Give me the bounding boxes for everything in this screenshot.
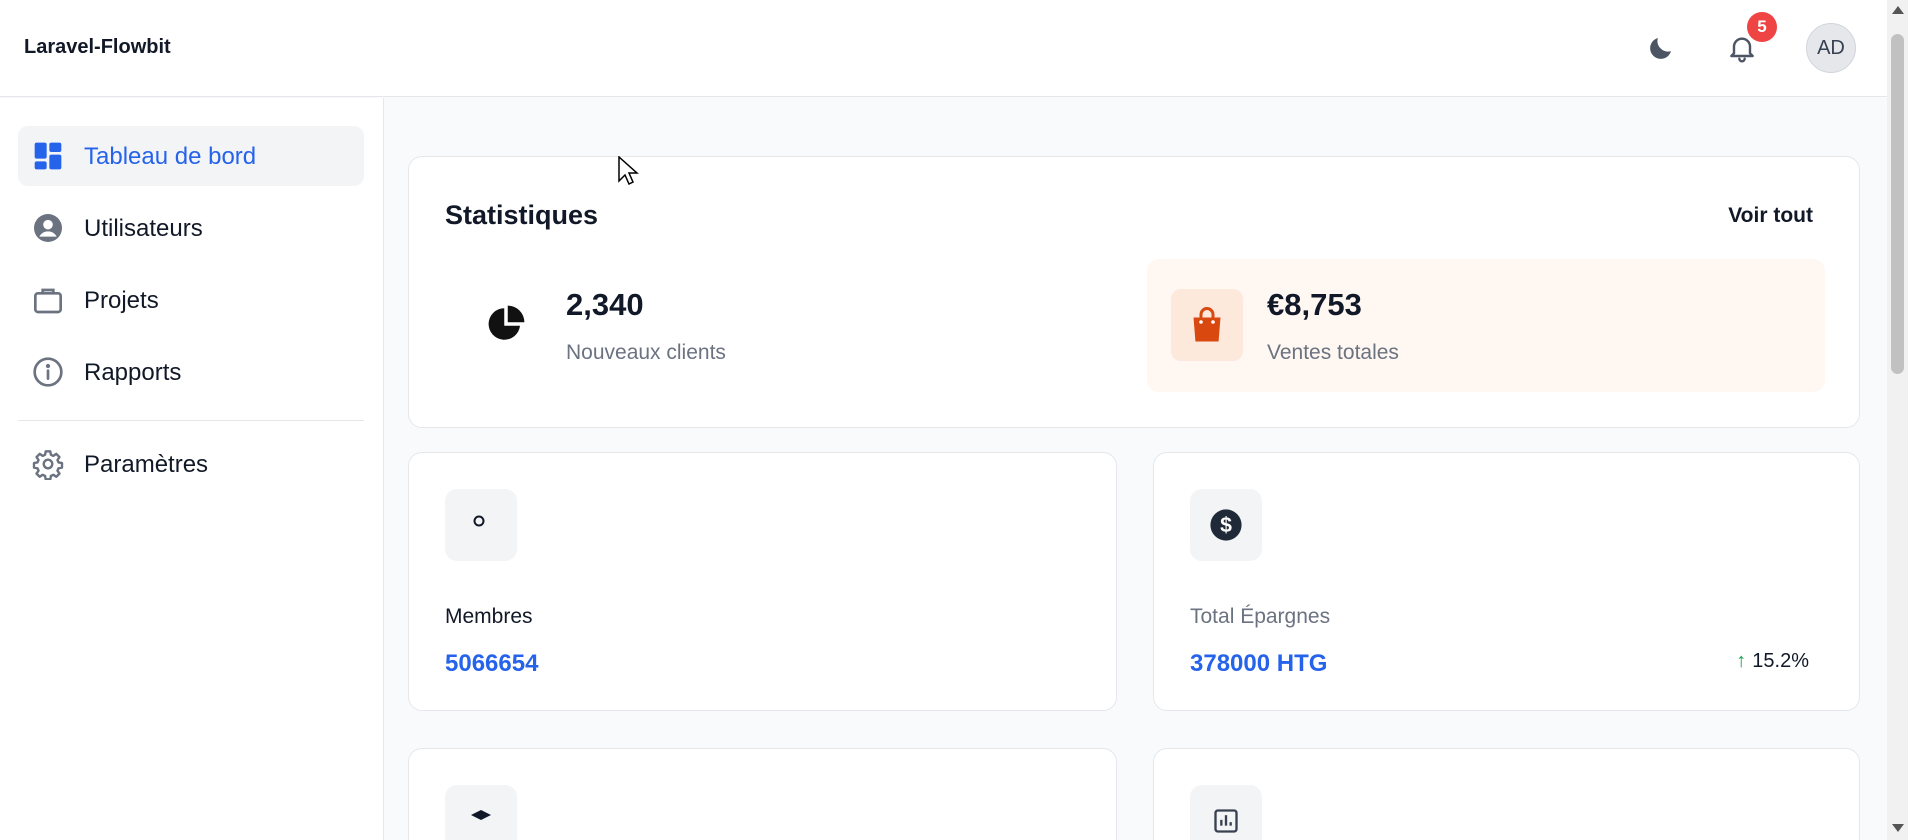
user-icon (473, 515, 485, 527)
brand-name[interactable]: Laravel-Flowbit (24, 36, 171, 59)
sidebar-item-settings[interactable]: Paramètres (18, 434, 364, 494)
dashboard-icon (34, 142, 62, 170)
trend-value: 15.2% (1752, 650, 1809, 672)
layers-icon (471, 810, 491, 820)
members-card: Membres 5066654 (408, 452, 1117, 711)
svg-text:$: $ (1220, 513, 1232, 537)
scrollbar[interactable] (1887, 0, 1908, 840)
user-circle-icon (34, 214, 62, 242)
new-clients-value: 2,340 (566, 287, 644, 322)
savings-value: 378000 HTG (1190, 650, 1328, 677)
savings-card: $ Total Épargnes 378000 HTG ↑ 15.2% (1153, 452, 1860, 711)
shopping-bag-icon (1193, 307, 1221, 342)
members-label: Membres (445, 605, 533, 628)
info-icon (33, 357, 63, 387)
sidebar-item-reports[interactable]: Rapports (18, 342, 364, 402)
layers-icon-tile (445, 785, 517, 840)
sales-icon-tile (1171, 289, 1243, 361)
avatar[interactable]: AD (1806, 23, 1856, 73)
notification-badge: 5 (1747, 12, 1777, 42)
savings-trend: ↑ 15.2% (1736, 650, 1809, 673)
moon-icon[interactable] (1646, 33, 1676, 63)
scroll-thumb[interactable] (1891, 34, 1904, 374)
members-icon-tile (445, 489, 517, 561)
bar-chart-icon (1214, 809, 1238, 833)
members-value: 5066654 (445, 650, 539, 677)
sidebar: Tableau de bord Utilisateurs Projets Rap… (0, 98, 384, 840)
sidebar-item-label: Paramètres (84, 451, 209, 478)
arrow-up-icon: ↑ (1736, 650, 1747, 672)
total-sales-label: Ventes totales (1267, 341, 1399, 364)
total-sales-value: €8,753 (1267, 287, 1362, 322)
dollar-icon: $ (1210, 509, 1242, 541)
partial-card-left (408, 748, 1117, 840)
partial-card-right (1153, 748, 1860, 840)
sidebar-item-label: Rapports (84, 359, 182, 386)
scroll-up-arrow[interactable] (1892, 6, 1904, 14)
sidebar-item-users[interactable]: Utilisateurs (18, 198, 364, 258)
new-clients-label: Nouveaux clients (566, 341, 726, 364)
briefcase-icon (34, 288, 62, 314)
gear-icon (32, 450, 64, 480)
sidebar-item-label: Utilisateurs (84, 215, 203, 242)
view-all-link[interactable]: Voir tout (1728, 204, 1813, 228)
top-navbar: Laravel-Flowbit 5 AD (0, 0, 1887, 97)
savings-label: Total Épargnes (1190, 605, 1331, 628)
chart-icon-tile (1190, 785, 1262, 840)
mouse-cursor-icon (618, 156, 639, 186)
pie-chart-icon (488, 305, 525, 340)
sidebar-divider (18, 420, 364, 421)
sidebar-item-projects[interactable]: Projets (18, 270, 364, 330)
statistics-title: Statistiques (445, 200, 599, 230)
sidebar-item-label: Projets (84, 287, 159, 314)
sidebar-item-label: Tableau de bord (84, 143, 257, 170)
savings-icon-tile: $ (1190, 489, 1262, 561)
statistics-card: Statistiques Voir tout 2,340 Nouveaux cl… (408, 156, 1860, 428)
sidebar-item-dashboard[interactable]: Tableau de bord (18, 126, 364, 186)
scroll-down-arrow[interactable] (1892, 824, 1904, 832)
total-sales-box: €8,753 Ventes totales (1147, 259, 1825, 392)
